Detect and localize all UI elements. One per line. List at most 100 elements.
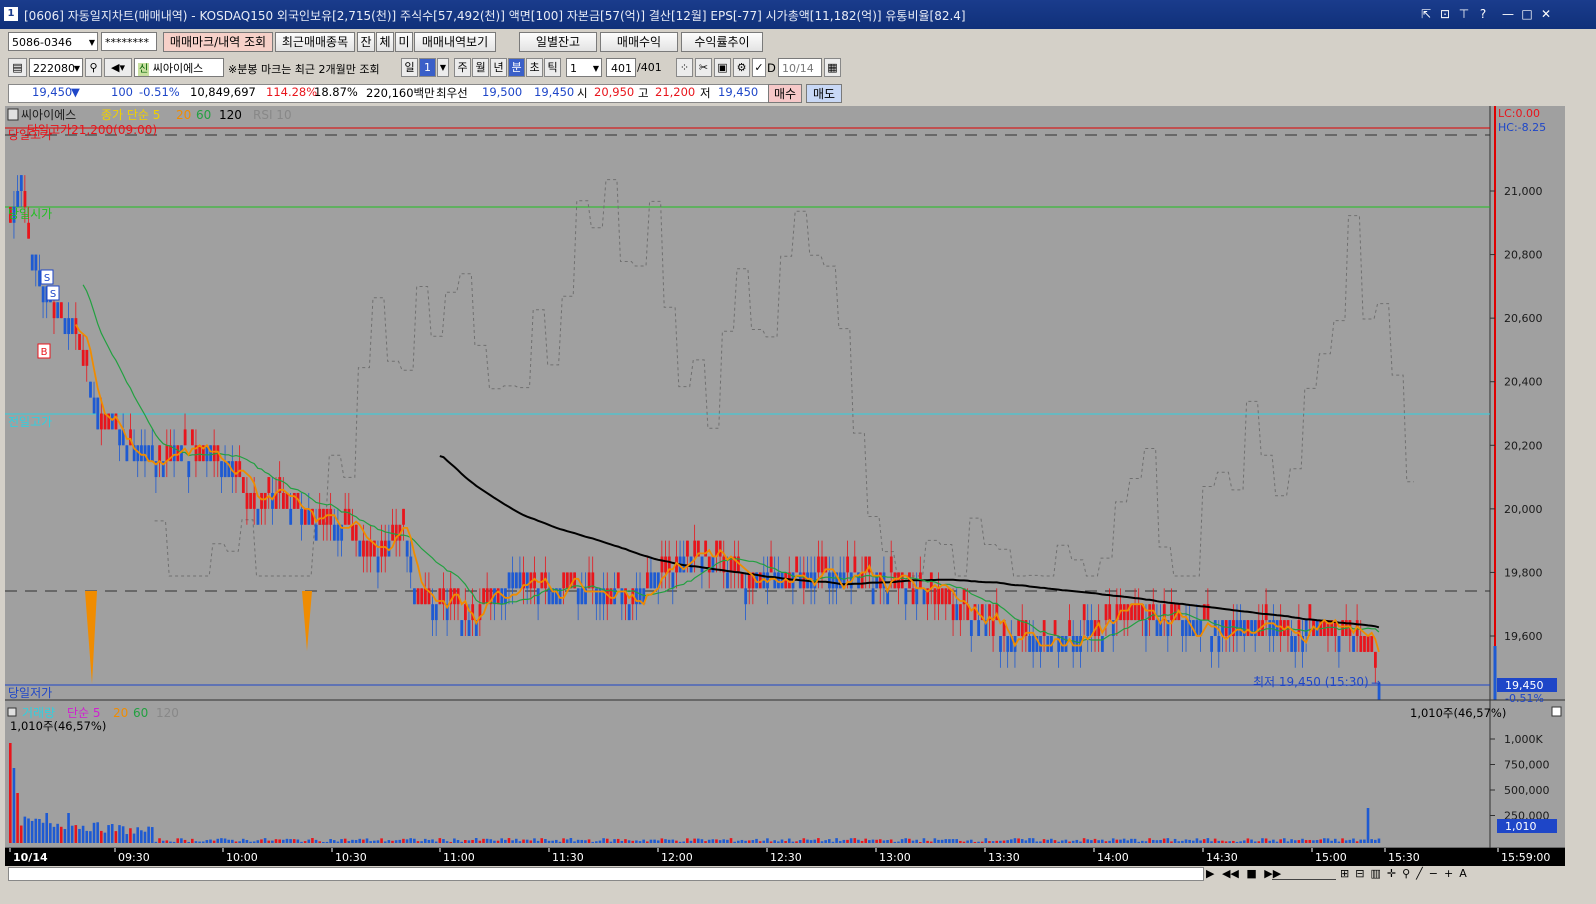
x-tick-label: 13:30 — [988, 851, 1020, 864]
candle-body — [300, 508, 303, 525]
close-icon[interactable]: ✕ — [1538, 6, 1554, 22]
lc-label: LC:0.00 — [1498, 107, 1540, 120]
candle-body — [1293, 636, 1297, 652]
interval-select[interactable]: 1 ▼ — [566, 58, 602, 77]
search-icon[interactable]: ⚲ — [85, 58, 102, 77]
minimize-icon[interactable]: — — [1500, 6, 1516, 22]
volume-bar — [828, 839, 831, 843]
zoom-out-icon[interactable]: ⊟ — [1355, 867, 1370, 880]
pin-icon[interactable]: ⊤ — [1456, 6, 1472, 22]
volume-bar — [547, 840, 551, 843]
zoom-in-icon[interactable]: ⊞ — [1340, 867, 1355, 880]
period-day-button[interactable]: 일 — [401, 58, 418, 77]
trade-mark-query-button[interactable]: 매매마크/내역 조회 — [163, 32, 273, 52]
executed-button[interactable]: 체 — [376, 32, 394, 52]
scroll-right-icon[interactable]: ▶ — [1206, 867, 1214, 880]
buy-button[interactable]: 매수 — [768, 84, 802, 103]
text-tool-icon[interactable]: A — [1459, 867, 1473, 880]
candle-body — [937, 588, 940, 605]
speaker-icon[interactable]: ◀▾ — [104, 58, 132, 77]
volume-bar — [96, 822, 99, 843]
bar-count-input[interactable]: 401 — [606, 58, 636, 77]
magnify-icon[interactable]: ⚲ — [1402, 867, 1416, 880]
crosshair-icon[interactable]: ✛ — [1387, 867, 1402, 880]
volume-bar — [1333, 838, 1337, 843]
help-icon[interactable]: ? — [1475, 6, 1491, 22]
volume-bar — [1188, 839, 1191, 843]
balance-button[interactable]: 잔 — [357, 32, 375, 52]
price-volume-chart[interactable]: S S B 씨아이에스 종가 단순 5 20 60 120 RSI 10 당일고… — [5, 106, 1565, 849]
volume-bar — [143, 831, 147, 843]
sell-button[interactable]: 매도 — [806, 84, 842, 103]
volume-bar — [332, 840, 336, 843]
daily-balance-button[interactable]: 일별잔고 — [519, 32, 597, 52]
unexecuted-button[interactable]: 미 — [395, 32, 413, 52]
period-value[interactable]: 1 — [419, 58, 436, 77]
chevron-down-icon[interactable]: ▼ — [437, 58, 449, 77]
period-week-button[interactable]: 주 — [454, 58, 471, 77]
trade-profit-button[interactable]: 매매수익 — [600, 32, 678, 52]
account-select[interactable]: 5086-0346 ▼ — [8, 32, 98, 51]
volume-bar — [1293, 840, 1297, 843]
recent-trades-button[interactable]: 최근매매종목 — [275, 32, 355, 52]
volume-bar — [595, 841, 598, 843]
maximize-icon[interactable]: □ — [1519, 6, 1535, 22]
period-month-button[interactable]: 월 — [472, 58, 489, 77]
line-icon[interactable]: ╱ — [1416, 867, 1429, 880]
chart-type-icon[interactable]: ▥ — [1370, 867, 1386, 880]
volume-bar — [12, 768, 16, 843]
candle-body — [431, 604, 435, 621]
volume-bar — [405, 839, 409, 843]
save-icon[interactable]: ▣ — [714, 58, 731, 77]
candle-body — [1366, 636, 1370, 652]
legend-toggle-icon[interactable] — [7, 108, 19, 121]
candle-body — [34, 254, 38, 271]
candle-body — [70, 318, 74, 335]
period-year-button[interactable]: 년 — [490, 58, 507, 77]
return-trend-button[interactable]: 수익률추이 — [681, 32, 763, 52]
candle-body — [940, 588, 944, 605]
volume-bar — [966, 840, 969, 843]
volume-bar — [820, 841, 824, 843]
detach-icon[interactable]: ⇱ — [1418, 6, 1434, 22]
tile-icon[interactable]: ⊡ — [1437, 6, 1453, 22]
period-tick-button[interactable]: 틱 — [544, 58, 561, 77]
candle-body — [416, 588, 420, 605]
stop-icon[interactable]: ■ — [1246, 867, 1256, 880]
volume-bar — [1283, 838, 1286, 843]
stock-code-input[interactable]: 222080 ▼ — [29, 58, 83, 77]
chart-area[interactable]: S S B 씨아이에스 종가 단순 5 20 60 120 RSI 10 당일고… — [5, 106, 1565, 849]
candle-body — [846, 556, 849, 573]
volume-bar — [1370, 839, 1373, 843]
period-second-button[interactable]: 초 — [526, 58, 543, 77]
grid-icon[interactable]: ⁘ — [676, 58, 693, 77]
layout-icon[interactable]: ▤ — [8, 58, 27, 77]
password-field[interactable]: ******** — [101, 32, 157, 51]
volume-legend-toggle-icon[interactable] — [7, 707, 17, 717]
rewind-icon[interactable]: ◀◀ — [1222, 867, 1239, 880]
close-icon[interactable] — [1551, 706, 1562, 717]
zoom-slider[interactable] — [1272, 869, 1336, 880]
candle-body — [576, 588, 580, 605]
date-input[interactable]: 10/14 — [778, 58, 822, 77]
trade-list-button[interactable]: 매매내역보기 — [414, 32, 496, 52]
volume-bar — [857, 839, 860, 843]
volume-last-right: 1,010주(46,57%) — [1410, 706, 1506, 720]
volume-bar — [1039, 841, 1042, 843]
x-tick-label: 15:30 — [1388, 851, 1420, 864]
minus-icon[interactable]: − — [1429, 867, 1444, 880]
period-minute-button[interactable]: 분 — [508, 58, 525, 77]
scissors-icon[interactable]: ✂ — [695, 58, 712, 77]
stock-name-field[interactable]: 신 씨아이에스 — [134, 58, 224, 77]
horizontal-scrollbar[interactable] — [8, 867, 1204, 881]
volume-bar — [1242, 840, 1246, 843]
plus-icon[interactable]: + — [1444, 867, 1459, 880]
volume-bar — [664, 839, 667, 843]
d-checkbox[interactable]: ✓ — [752, 58, 766, 77]
volume-legend-ma60: 60 — [133, 706, 148, 720]
volume-bar — [1206, 838, 1210, 843]
volume-bar — [1297, 840, 1301, 843]
calendar-icon[interactable]: ▦ — [824, 58, 841, 77]
gear-icon[interactable]: ⚙ — [733, 58, 750, 77]
volume-bar — [1264, 838, 1268, 843]
